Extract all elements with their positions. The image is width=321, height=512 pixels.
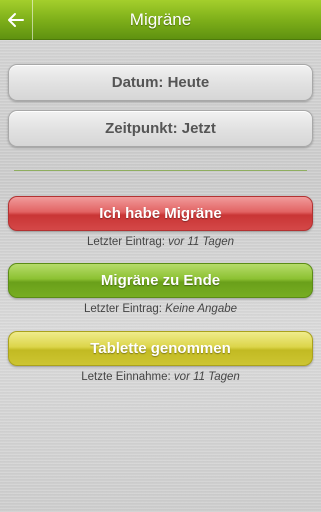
back-button[interactable] xyxy=(0,0,33,40)
last-entry-value: vor 11 Tagen xyxy=(168,236,235,248)
divider xyxy=(14,170,307,171)
migraine-end-button[interactable]: Migräne zu Ende xyxy=(8,263,313,298)
arrow-left-icon xyxy=(8,13,24,27)
last-entry-label: Letzter Eintrag: xyxy=(83,303,162,315)
time-field[interactable]: Zeitpunkt: Jetzt xyxy=(8,110,313,147)
last-entry-label: Letzter Eintrag: xyxy=(86,236,165,248)
last-intake: Letzte Einnahme: vor 11 Tagen xyxy=(0,371,321,383)
last-intake-value: vor 11 Tagen xyxy=(173,371,240,383)
last-intake-label: Letzte Einnahme: xyxy=(81,371,171,383)
last-entry-end: Letzter Eintrag: Keine Angabe xyxy=(0,303,321,315)
app-bar: Migräne xyxy=(0,0,321,40)
tablet-taken-button[interactable]: Tablette genommen xyxy=(8,331,313,366)
migraine-start-button[interactable]: Ich habe Migräne xyxy=(8,196,313,231)
last-entry-start: Letzter Eintrag: vor 11 Tagen xyxy=(0,236,321,248)
date-field[interactable]: Datum: Heute xyxy=(8,64,313,101)
page-title: Migräne xyxy=(129,10,192,29)
last-entry-value: Keine Angabe xyxy=(165,303,238,315)
